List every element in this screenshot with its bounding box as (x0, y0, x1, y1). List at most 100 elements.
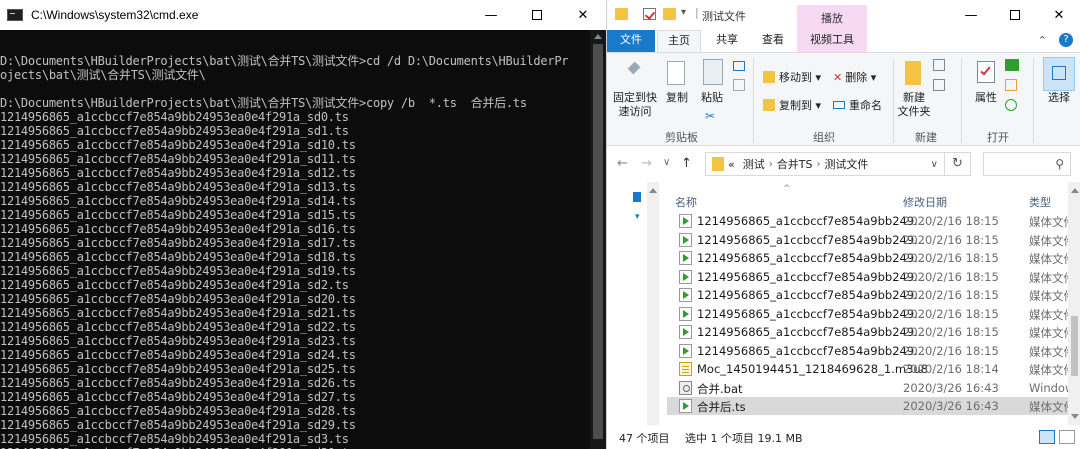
file-row[interactable]: 1214956865_a1ccbccf7e854a9bb249... 2020/2… (667, 212, 1080, 230)
address-bar[interactable]: « 测试 › 合并TS › 测试文件 ∨ (705, 152, 945, 176)
properties-check-icon[interactable] (643, 8, 656, 20)
breadcrumb-item[interactable]: 测试文件 (824, 156, 868, 172)
nav-expand-icon[interactable]: ▾ (635, 212, 640, 222)
tab-video-tools[interactable]: 视频工具 (797, 30, 867, 52)
copy-icon (667, 61, 685, 85)
file-row[interactable]: 1214956865_a1ccbccf7e854a9bb249... 2020/2… (667, 249, 1080, 267)
new-group-label: 新建 (915, 131, 937, 144)
paste-button[interactable]: 粘贴 (697, 91, 727, 105)
copy-to-button[interactable]: 复制到 ▾ (763, 97, 821, 113)
open-icon[interactable] (1005, 59, 1019, 71)
file-row[interactable]: 1214956865_a1ccbccf7e854a9bb249... 2020/2… (667, 231, 1080, 249)
file-type: Windows (1029, 380, 1069, 395)
nav-item-icon[interactable] (633, 192, 641, 202)
file-list-scroll-thumb[interactable] (1071, 316, 1078, 376)
edit-icon[interactable] (1005, 79, 1017, 91)
tab-home[interactable]: 主页 (657, 30, 701, 52)
console-line: ojects\bat\测试\合并TS\测试文件\ (0, 68, 206, 82)
back-arrow-icon[interactable]: ← (617, 156, 628, 171)
collapse-ribbon-icon[interactable]: ⌃ (1038, 34, 1047, 47)
file-date: 2020/2/16 18:15 (903, 232, 999, 247)
forward-arrow-icon[interactable]: → (641, 156, 652, 171)
large-icons-view-button[interactable] (1059, 430, 1075, 444)
column-date[interactable]: 修改日期 (903, 194, 947, 210)
select-icon (1043, 57, 1075, 91)
column-name[interactable]: 名称 (675, 194, 697, 210)
scroll-up-icon[interactable] (594, 34, 602, 39)
properties-button[interactable]: 属性 (971, 91, 1001, 105)
minimize-icon: — (964, 7, 978, 23)
new-folder-qat-icon[interactable] (663, 8, 676, 20)
copy-path-icon[interactable] (733, 61, 745, 71)
explorer-maximize-button[interactable] (993, 0, 1037, 30)
address-overflow[interactable]: « (728, 158, 735, 171)
cmd-titlebar[interactable]: C:\Windows\system32\cmd.exe — ✕ (0, 0, 606, 30)
file-row[interactable]: 1214956865_a1ccbccf7e854a9bb249... 2020/2… (667, 305, 1080, 323)
explorer-minimize-button[interactable]: — (949, 0, 993, 30)
history-icon[interactable] (1005, 99, 1017, 111)
recent-locations-icon[interactable]: ∨ (663, 157, 670, 168)
chevron-right-icon[interactable]: › (816, 159, 820, 170)
maximize-icon (1010, 10, 1020, 20)
cmd-scroll-thumb[interactable] (593, 44, 603, 439)
ts-file-icon (679, 325, 692, 339)
select-button[interactable]: 选择 (1043, 91, 1075, 105)
help-icon[interactable]: ? (1059, 33, 1073, 47)
new-folder-button[interactable]: 新建 文件夹 (897, 91, 931, 119)
console-line: 1214956865_a1ccbccf7e854a9bb24953ea0e4f2… (0, 250, 356, 264)
console-line: 1214956865_a1ccbccf7e854a9bb24953ea0e4f2… (0, 110, 349, 124)
tab-share[interactable]: 共享 (705, 30, 749, 52)
maximize-button[interactable] (514, 0, 560, 30)
nav-scrollbar[interactable] (647, 182, 659, 425)
new-item-icon[interactable] (933, 59, 945, 71)
cut-icon[interactable]: ✂ (705, 109, 715, 123)
file-list-scrollbar[interactable] (1068, 182, 1080, 425)
scroll-up-icon[interactable] (1071, 188, 1079, 193)
breadcrumb-item[interactable]: 测试 (743, 156, 765, 172)
tab-file[interactable]: 文件 (607, 30, 655, 52)
ts-file-icon (679, 288, 692, 302)
explorer-close-button[interactable]: ✕ (1037, 0, 1080, 30)
qat-dropdown-icon[interactable]: ▾ (681, 7, 686, 18)
chevron-right-icon[interactable]: › (769, 159, 773, 170)
console-line: 1214956865_a1ccbccf7e854a9bb24953ea0e4f2… (0, 166, 356, 180)
file-type: 媒体文件 (1029, 344, 1069, 359)
scroll-up-icon[interactable] (649, 188, 657, 193)
close-button[interactable]: ✕ (560, 0, 606, 30)
paste-shortcut-icon[interactable] (733, 79, 745, 91)
file-row[interactable]: 1214956865_a1ccbccf7e854a9bb249... 2020/2… (667, 342, 1080, 360)
cmd-scrollbar[interactable] (590, 30, 606, 449)
copy-button[interactable]: 复制 (663, 91, 691, 105)
rename-button[interactable]: 重命名 (833, 97, 882, 113)
column-type[interactable]: 类型 (1029, 194, 1051, 210)
minimize-button[interactable]: — (468, 0, 514, 30)
file-row[interactable]: 合并后.ts 2020/3/26 16:43 媒体文件 (667, 397, 1080, 415)
tab-view[interactable]: 查看 (751, 30, 795, 52)
ribbon-tabs: 文件 主页 共享 查看 视频工具 ⌃ ? (607, 30, 1080, 52)
search-input[interactable]: ⚲ (983, 152, 1071, 176)
up-arrow-icon[interactable]: ↑ (681, 156, 692, 171)
pin-quick-access-button[interactable]: 固定到快 速访问 (611, 91, 659, 119)
console-line: 1214956865_a1ccbccf7e854a9bb24953ea0e4f2… (0, 362, 356, 376)
file-row[interactable]: Moc_1450194451_1218469628_1.m3u8 2020/2/1… (667, 360, 1080, 378)
file-row[interactable]: 1214956865_a1ccbccf7e854a9bb249... 2020/2… (667, 323, 1080, 341)
delete-button[interactable]: ✕ 删除 ▾ (833, 69, 876, 85)
refresh-button[interactable]: ↻ (945, 152, 971, 176)
breadcrumb-item[interactable]: 合并TS (777, 156, 813, 172)
details-view-button[interactable] (1039, 430, 1055, 444)
easy-access-icon[interactable] (933, 79, 945, 91)
navigation-pane[interactable]: ▾ (607, 182, 665, 425)
ts-file-icon (679, 251, 692, 265)
scroll-down-icon[interactable] (1071, 414, 1079, 419)
file-row[interactable]: 合并.bat 2020/3/26 16:43 Windows (667, 379, 1080, 397)
console-line: D:\Documents\HBuilderProjects\bat\测试\合并T… (0, 96, 527, 110)
move-to-button[interactable]: 移动到 ▾ (763, 69, 821, 85)
file-row[interactable]: 1214956865_a1ccbccf7e854a9bb249... 2020/2… (667, 286, 1080, 304)
explorer-titlebar[interactable]: ▾ | 测试文件 播放 — ✕ (607, 0, 1080, 30)
file-date: 2020/2/16 18:15 (903, 269, 999, 284)
move-to-icon (763, 71, 775, 83)
file-row[interactable]: 1214956865_a1ccbccf7e854a9bb249... 2020/2… (667, 268, 1080, 286)
address-dropdown-icon[interactable]: ∨ (931, 159, 938, 170)
cmd-console-output[interactable]: D:\Documents\HBuilderProjects\bat\测试\合并T… (0, 30, 590, 449)
